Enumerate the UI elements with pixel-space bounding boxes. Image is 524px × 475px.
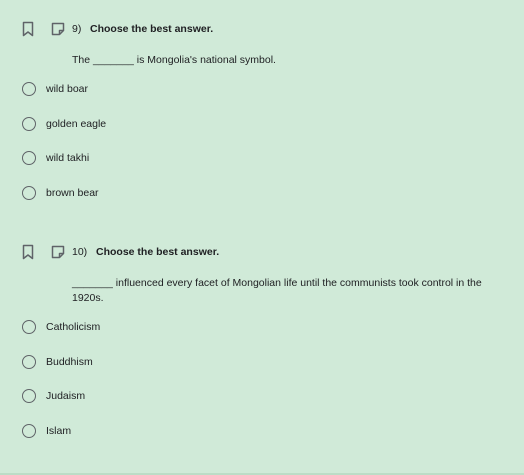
radio-button[interactable] [22,82,36,96]
choice-buddhism[interactable]: Buddhism [0,353,300,373]
choice-wild-takhi[interactable]: wild takhi [0,149,300,169]
choice-judaism[interactable]: Judaism [0,387,300,407]
question-instruction: Choose the best answer. [96,246,220,258]
question-number: 9) [72,23,82,35]
radio-button[interactable] [22,186,36,200]
choice-label: Buddhism [46,356,93,368]
question-10: 10) Choose the best answer. _______ infl… [0,243,524,443]
choice-label: wild takhi [46,152,90,164]
choice-label: wild boar [46,83,89,95]
note-icon[interactable] [50,21,66,37]
radio-button[interactable] [22,389,36,403]
question-instruction: Choose the best answer. [90,23,214,35]
radio-button[interactable] [22,424,36,438]
bookmark-icon[interactable] [20,21,36,37]
choice-label: Judaism [46,390,86,402]
question-prompt: _______ influenced every facet of Mongol… [72,277,482,304]
choice-label: Catholicism [46,321,101,333]
question-prompt: The _______ is Mongolia's national symbo… [72,54,276,66]
choice-islam[interactable]: Islam [0,422,300,442]
choice-catholicism[interactable]: Catholicism [0,318,300,338]
choice-label: golden eagle [46,118,107,130]
note-icon[interactable] [50,244,66,260]
radio-button[interactable] [22,151,36,165]
question-header: 10) Choose the best answer. [0,243,524,263]
choice-wild-boar[interactable]: wild boar [0,80,300,100]
radio-button[interactable] [22,320,36,334]
bookmark-icon[interactable] [20,244,36,260]
radio-button[interactable] [22,355,36,369]
radio-button[interactable] [22,117,36,131]
choice-label: Islam [46,425,72,437]
choice-label: brown bear [46,187,99,199]
choice-brown-bear[interactable]: brown bear [0,184,300,204]
question-header: 9) Choose the best answer. [0,20,524,40]
question-9: 9) Choose the best answer. The _______ i… [0,20,524,210]
question-number: 10) [72,246,88,258]
choice-golden-eagle[interactable]: golden eagle [0,115,300,135]
